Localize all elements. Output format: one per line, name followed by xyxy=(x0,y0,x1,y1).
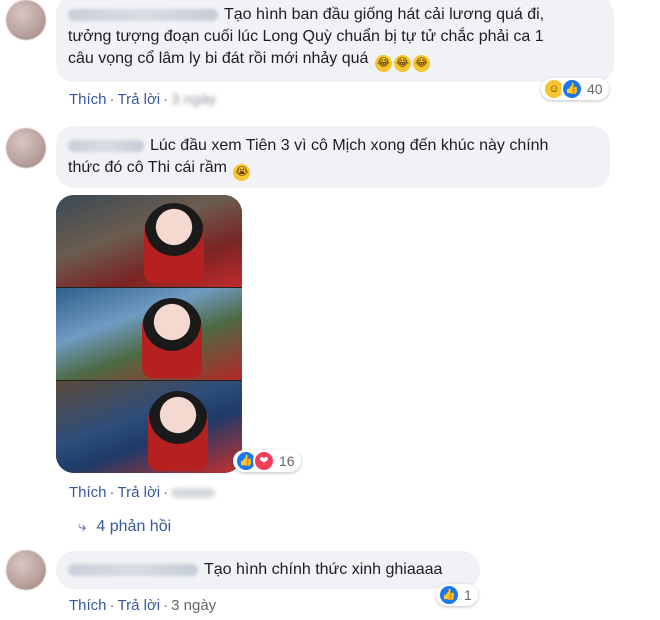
photo-frame xyxy=(56,288,242,380)
comment-bubble: Lúc đầu xem Tiên 3 vì cô Mịch xong đến k… xyxy=(56,126,610,188)
laughing-emoji-icon: 😂 xyxy=(393,55,411,72)
laughing-emoji-icon: 😂 xyxy=(412,55,430,72)
comment-actions: Thích · Trả lời · 3 ngày xyxy=(69,597,216,614)
comment-bubble: Tạo hình chính thức xinh ghiaaaa xyxy=(56,551,480,589)
reaction-count: 1 xyxy=(464,587,472,603)
reaction-count: 40 xyxy=(587,81,603,97)
reaction-count: 16 xyxy=(279,453,295,469)
laughing-emoji-icon: 😂 xyxy=(374,55,392,72)
commenter-avatar[interactable] xyxy=(6,550,46,590)
photo-frame xyxy=(56,195,242,287)
comment-actions: Thích · Trả lời · xyxy=(69,484,216,501)
actress-figure xyxy=(148,391,208,471)
separator: · xyxy=(109,484,115,501)
comment-bubble: Tạo hình ban đầu giống hát cải lương quá… xyxy=(56,0,614,82)
replies-count-label: 4 phản hồi xyxy=(96,518,172,535)
actress-figure xyxy=(144,203,204,283)
separator: · xyxy=(163,484,169,501)
reply-link[interactable]: Trả lời xyxy=(118,484,161,501)
comment-photo[interactable] xyxy=(56,195,242,473)
separator: · xyxy=(109,597,115,614)
commenter-name[interactable] xyxy=(68,139,144,152)
comment-text-line: thức đó cô Thi cái rầm xyxy=(68,159,227,176)
reaction-summary[interactable]: 👍 1 xyxy=(436,584,478,606)
like-link[interactable]: Thích xyxy=(69,484,107,501)
commenter-name[interactable] xyxy=(68,563,198,576)
comment-text-line: Tạo hình ban đầu giống hát cải lương quá… xyxy=(224,6,545,23)
reply-link[interactable]: Trả lời xyxy=(118,91,161,108)
timestamp-blurred[interactable] xyxy=(171,488,216,499)
reply-arrow-icon: ⤷ xyxy=(78,518,87,535)
commenter-avatar[interactable] xyxy=(6,0,46,40)
like-link[interactable]: Thích xyxy=(69,597,107,614)
crying-emoji-icon: 😭 xyxy=(233,164,251,181)
timestamp[interactable]: 3 ngày xyxy=(171,91,216,108)
commenter-name[interactable] xyxy=(68,8,218,21)
actress-figure xyxy=(142,298,202,378)
separator: · xyxy=(109,91,115,108)
view-replies-link[interactable]: ⤷ 4 phản hồi xyxy=(78,518,171,536)
photo-frame xyxy=(56,381,242,473)
heart-icon: ❤ xyxy=(253,450,275,472)
reply-link[interactable]: Trả lời xyxy=(118,597,161,614)
reaction-summary[interactable]: ☺ 👍 40 xyxy=(541,78,609,100)
like-link[interactable]: Thích xyxy=(69,91,107,108)
separator: · xyxy=(163,91,169,108)
thumbs-up-icon: 👍 xyxy=(561,78,583,100)
comment-text-line: Tạo hình chính thức xinh ghiaaaa xyxy=(204,561,443,578)
comment-actions: Thích · Trả lời · 3 ngày xyxy=(69,91,216,108)
commenter-avatar[interactable] xyxy=(6,128,46,168)
separator: · xyxy=(163,597,169,614)
comment-text-line: tưởng tượng đoạn cuối lúc Long Quỳ chuẩn… xyxy=(68,28,544,45)
thumbs-up-icon: 👍 xyxy=(438,584,460,606)
timestamp[interactable]: 3 ngày xyxy=(171,597,216,614)
reaction-summary[interactable]: 👍 ❤ 16 xyxy=(233,450,301,472)
comment-text-line: Lúc đầu xem Tiên 3 vì cô Mịch xong đến k… xyxy=(150,137,549,154)
comment-text-line: câu vọng cổ lâm ly bi đát rồi mới nhảy q… xyxy=(68,50,369,67)
